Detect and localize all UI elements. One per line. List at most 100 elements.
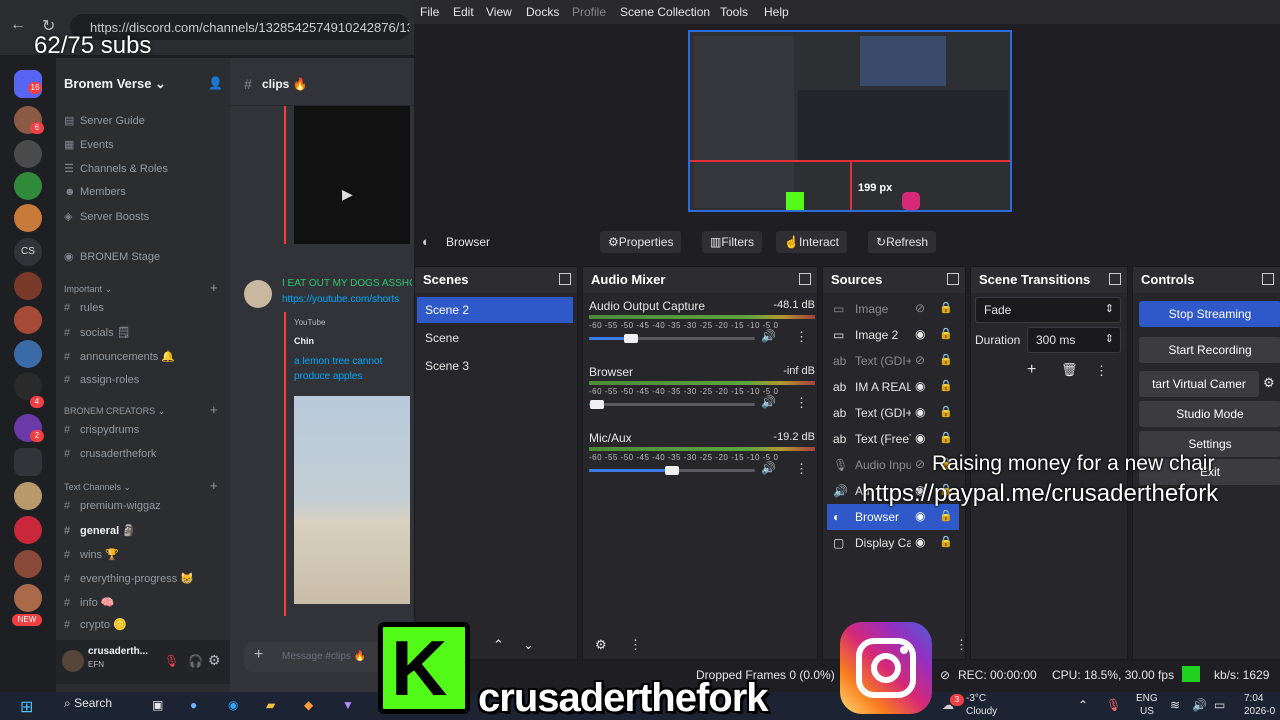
lock-icon[interactable]: 🔒	[939, 535, 953, 548]
channel-everything-progress[interactable]: # everything-progress 😸	[64, 572, 194, 585]
volume-slider[interactable]	[589, 400, 755, 409]
menu-docks[interactable]: Docks	[526, 5, 559, 19]
eye-icon[interactable]: ◉	[915, 535, 925, 549]
settings-gear-icon[interactable]: ⚙	[208, 652, 221, 669]
battery-icon[interactable]: ▭	[1214, 698, 1225, 712]
undock-icon[interactable]	[799, 273, 811, 285]
volume-slider[interactable]	[589, 334, 755, 343]
video-thumbnail[interactable]: ▶	[294, 106, 410, 244]
menu-edit[interactable]: Edit	[453, 5, 474, 19]
embed-video[interactable]	[294, 396, 410, 604]
channel-crypto[interactable]: # crypto 🪙	[64, 618, 127, 631]
program-preview[interactable]: 199 px	[688, 30, 1012, 212]
channel-assign-roles[interactable]: # assign-roles	[64, 374, 139, 386]
lock-icon[interactable]: 🔒	[939, 353, 953, 366]
members-item[interactable]: ☻ Members	[64, 186, 126, 198]
app-icon[interactable]: ▼	[342, 698, 354, 712]
source-item[interactable]: ab IM A REAL ◉ 🔒	[827, 374, 959, 400]
more-icon[interactable]: ⋮	[1095, 363, 1108, 379]
headset-icon[interactable]: 🎧	[188, 654, 203, 668]
gear-icon[interactable]: ⚙	[595, 637, 607, 653]
lock-icon[interactable]: 🔒	[939, 431, 953, 444]
scene-item[interactable]: Scene 2	[417, 297, 573, 323]
speaker-icon[interactable]: 🔊	[761, 461, 776, 475]
play-icon[interactable]: ▶	[342, 186, 353, 203]
server-icon[interactable]	[14, 516, 42, 544]
speaker-icon[interactable]: 🔊	[761, 395, 776, 409]
edge-icon[interactable]: ◉	[228, 698, 238, 712]
channel-announcements[interactable]: # announcements 🔔	[64, 350, 175, 363]
hidden-eye-icon[interactable]: ⊘	[915, 457, 925, 471]
channel-crispydrums[interactable]: # crispydrums	[64, 424, 139, 436]
volume-slider[interactable]	[589, 466, 755, 475]
speaker-icon[interactable]: 🔊	[761, 329, 776, 343]
more-icon[interactable]: ⋮	[955, 637, 968, 653]
lock-icon[interactable]: 🔒	[939, 327, 953, 340]
category-creators[interactable]: BRONEM CREATORS ⌄	[64, 406, 165, 417]
stage-channel[interactable]: ◉ BRONEM Stage	[64, 250, 160, 263]
channel-rules[interactable]: # rules	[64, 302, 104, 314]
menu-scene-collection[interactable]: Scene Collection	[620, 5, 710, 19]
spinner-icon[interactable]: ⇕	[1105, 332, 1114, 345]
menu-help[interactable]: Help	[764, 5, 789, 19]
more-icon[interactable]: ⋮	[795, 329, 808, 345]
hidden-eye-icon[interactable]: ⊘	[915, 301, 925, 315]
source-item[interactable]: ab Text (GDI+ ⊘ 🔒	[827, 348, 959, 374]
keyboard-layout[interactable]: US	[1140, 706, 1154, 717]
eye-icon[interactable]: ◉	[915, 431, 925, 445]
undock-icon[interactable]	[559, 273, 571, 285]
channel-general[interactable]: # general 🗿	[64, 524, 136, 537]
virtual-camera-button[interactable]: tart Virtual Camer	[1139, 371, 1259, 397]
channel-socials[interactable]: # socials 🗒	[64, 326, 131, 339]
volume-icon[interactable]: 🔊	[1192, 698, 1207, 712]
menu-tools[interactable]: Tools	[720, 5, 748, 19]
scene-item[interactable]: Scene 3	[417, 353, 573, 379]
server-icon[interactable]	[14, 204, 42, 232]
move-down-icon[interactable]: ⌄	[523, 637, 534, 653]
embed-title[interactable]: a lemon tree cannot produce apples	[294, 354, 404, 384]
add-transition-icon[interactable]: +	[1027, 361, 1036, 379]
mute-icon[interactable]: 🎙	[164, 654, 179, 668]
refresh-button[interactable]: ↻Refresh	[868, 231, 937, 253]
stop-streaming-button[interactable]: Stop Streaming	[1139, 301, 1280, 327]
source-item[interactable]: ▭ Image 2 ◉ 🔒	[827, 322, 959, 348]
server-guide-item[interactable]: ▤ Server Guide	[64, 114, 145, 127]
studio-mode-button[interactable]: Studio Mode	[1139, 401, 1280, 427]
server-icon[interactable]	[14, 584, 42, 612]
channel-premium[interactable]: # premium-wiggaz	[64, 500, 161, 512]
more-icon[interactable]: ⋮	[795, 461, 808, 477]
channel-wins[interactable]: # wins 🏆	[64, 548, 119, 561]
transition-select[interactable]: Fade ⇕	[975, 297, 1121, 323]
weather-text[interactable]: Cloudy	[966, 706, 997, 717]
scene-item[interactable]: Scene	[417, 325, 573, 351]
move-up-icon[interactable]: ⌃	[493, 637, 504, 653]
add-channel-icon[interactable]: +	[210, 478, 218, 493]
server-folder-icon[interactable]	[14, 448, 42, 476]
server-icon[interactable]	[14, 140, 42, 168]
channels-roles-item[interactable]: ☰ Channels & Roles	[64, 162, 168, 175]
task-view-icon[interactable]: ▣	[152, 698, 163, 712]
add-channel-icon[interactable]: +	[210, 402, 218, 417]
more-icon[interactable]: ⋮	[795, 395, 808, 411]
lock-icon[interactable]: 🔒	[939, 379, 953, 392]
menu-profile[interactable]: Profile	[572, 5, 606, 19]
filters-button[interactable]: ▥Filters	[702, 231, 763, 253]
duration-field[interactable]: 300 ms ⇕	[1027, 327, 1121, 353]
category-important[interactable]: Important ⌄	[64, 284, 112, 295]
lock-icon[interactable]: 🔒	[939, 405, 953, 418]
volume-knob[interactable]	[590, 400, 604, 409]
windows-start-icon[interactable]: ⊞	[20, 697, 33, 717]
category-text-channels[interactable]: Text Channels ⌄	[64, 482, 131, 493]
back-icon[interactable]: ←	[10, 16, 26, 34]
start-recording-button[interactable]: Start Recording	[1139, 337, 1280, 363]
clock-date[interactable]: 2026-0	[1244, 706, 1275, 717]
source-item[interactable]: ▢ Display Ca ◉ 🔒	[827, 530, 959, 556]
source-item[interactable]: ab Text (GDI+ ◉ 🔒	[827, 400, 959, 426]
volume-knob[interactable]	[624, 334, 638, 343]
eye-icon[interactable]: ◉	[915, 379, 925, 393]
weather-temp[interactable]: -3°C	[966, 693, 986, 704]
lock-icon[interactable]: 🔒	[939, 301, 953, 314]
server-icon[interactable]	[14, 550, 42, 578]
message-link[interactable]: https://youtube.com/shorts	[282, 294, 412, 305]
undock-icon[interactable]	[947, 273, 959, 285]
